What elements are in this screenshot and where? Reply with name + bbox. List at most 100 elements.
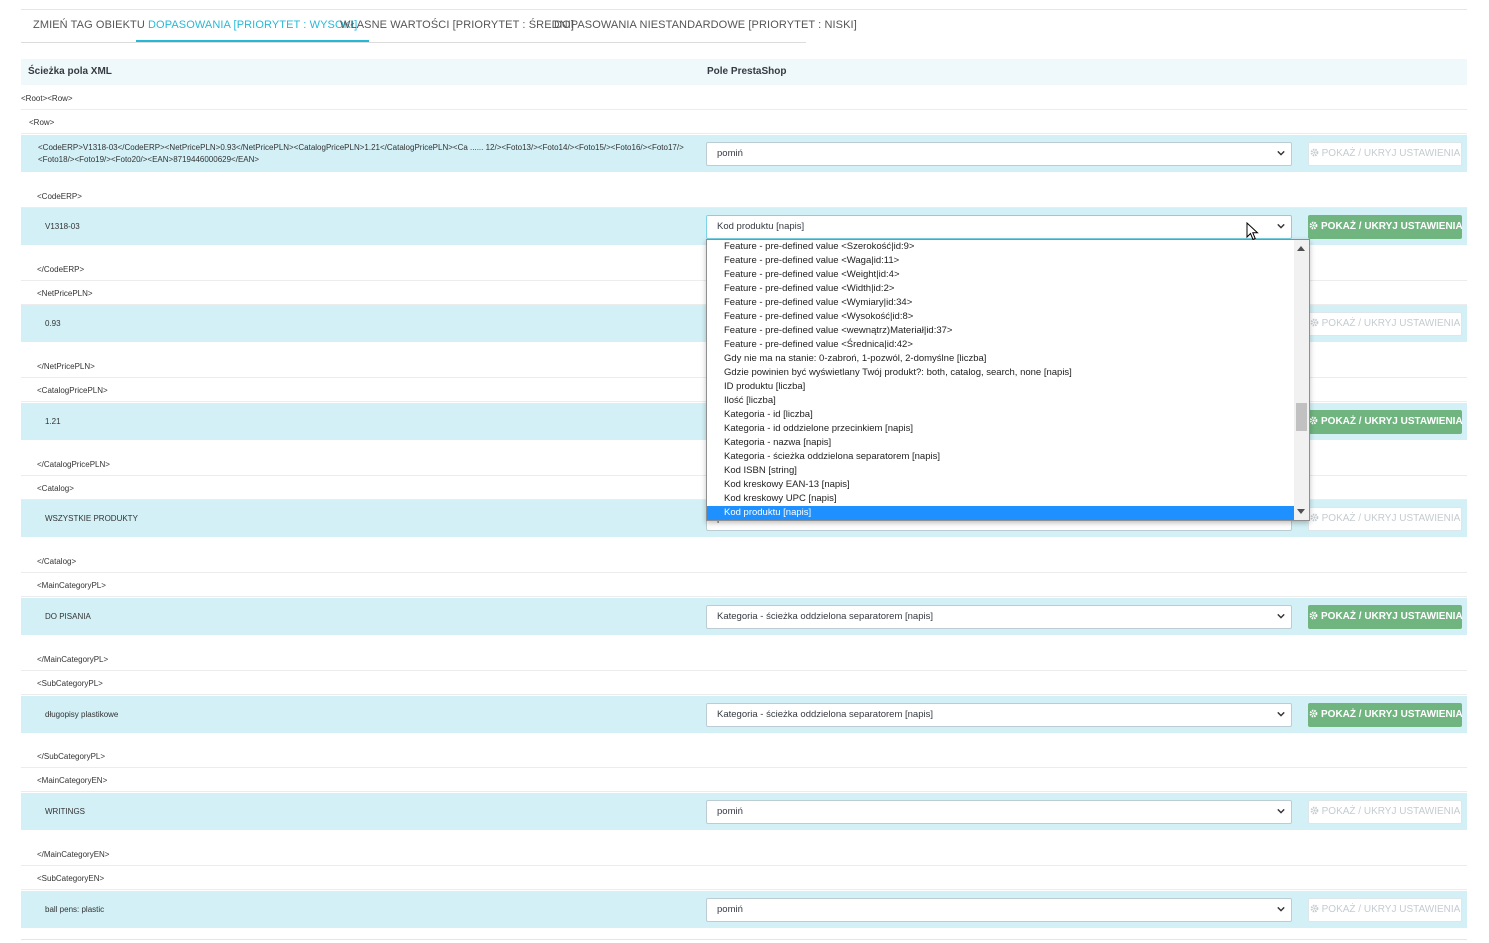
xml-value-label: WSZYSTKIE PRODUKTY [45,514,138,523]
button-label: POKAŻ / UKRYJ USTAWIENIA [1321,416,1463,427]
dropdown-options: Feature - pre-defined value <Szerokość|i… [707,240,1295,520]
select-value: pomiń [717,148,743,159]
dropdown-option[interactable]: Feature - pre-defined value <Szerokość|i… [707,240,1295,254]
presta-field-select[interactable]: pomiń [706,898,1292,922]
dropdown-option[interactable]: Feature - pre-defined value <Średnica|id… [707,338,1295,352]
gear-icon [1309,709,1318,718]
xml-tag-row: </MainCategoryEN> [21,842,1467,866]
button-label: POKAŻ / UKRYJ USTAWIENIA [1321,148,1461,159]
dropdown-option[interactable]: Feature - pre-defined value <Weight|id:4… [707,268,1295,282]
dropdown-option[interactable]: ID produktu [liczba] [707,380,1295,394]
dropdown-option[interactable]: Kod kreskowy EAN-13 [napis] [707,478,1295,492]
gear-icon [1309,611,1318,620]
table-header: Ścieżka pola XML Pole PrestaShop [21,59,1467,85]
dropdown-option[interactable]: Feature - pre-defined value <Waga|id:11> [707,254,1295,268]
dropdown-option[interactable]: Gdy nie ma na stanie: 0-zabroń, 1-pozwól… [707,352,1295,366]
xml-tag-label: </NetPricePLN> [37,362,95,371]
mouse-pointer-icon [1246,222,1259,241]
bottom-divider [21,939,1467,940]
dropdown-option[interactable]: Kategoria - ścieżka oddzielona separator… [707,450,1295,464]
xml-tag-label: <Catalog> [37,484,74,493]
tab-change-tag[interactable]: ZMIEŃ TAG OBIEKTU [33,10,145,41]
toggle-settings-button[interactable]: POKAŻ / UKRYJ USTAWIENIA [1308,898,1462,922]
chevron-down-icon [1277,150,1285,156]
tab-bar: ZMIEŃ TAG OBIEKTU DOPASOWANIA [PRIORYTET… [21,10,857,43]
chevron-down-icon [1277,906,1285,912]
dropdown-option[interactable]: Feature - pre-defined value <Wymiary|id:… [707,296,1295,310]
tab-custom-values-medium[interactable]: WŁASNE WARTOŚCI [PRIORYTET : ŚREDNI] [340,10,574,41]
xml-tag-row: <Row> [21,110,1467,134]
xml-tag-row: </SubCategoryPL> [21,744,1467,768]
xml-tag-row: <Root><Row> [21,86,1467,110]
chevron-down-icon [1277,223,1285,229]
header-presta-field: Pole PrestaShop [707,66,787,77]
toggle-settings-button[interactable]: POKAŻ / UKRYJ USTAWIENIA [1308,703,1463,727]
xml-tag-label: <SubCategoryEN> [37,874,105,883]
dropdown-scrollbar[interactable] [1294,240,1309,520]
toggle-settings-button[interactable]: POKAŻ / UKRYJ USTAWIENIA [1308,605,1463,629]
dropdown-option[interactable]: Kategoria - id [liczba] [707,408,1295,422]
presta-field-select[interactable]: Kategoria - ścieżka oddzielona separator… [706,605,1292,629]
tab-custom-matches-low[interactable]: DOPASOWANIA NIESTANDARDOWE [PRIORYTET : … [554,10,857,41]
presta-field-select[interactable]: Kategoria - ścieżka oddzielona separator… [706,703,1292,727]
select-value: Kod produktu [napis] [717,221,805,232]
dropdown-option[interactable]: Kategoria - id oddzielone przecinkiem [n… [707,422,1295,436]
xml-row-content: <CodeERP>V1318-03</CodeERP><NetPricePLN>… [38,143,684,164]
dropdown-option[interactable]: Feature - pre-defined value <Width|id:2> [707,282,1295,296]
gear-icon [1310,904,1318,913]
mapping-row: ball pens: plastic pomiń POKAŻ / UKRYJ UST… [21,891,1467,928]
presta-field-select[interactable]: pomiń [706,142,1292,166]
dropdown-option[interactable]: Kategoria - nazwa [napis] [707,436,1295,450]
xml-tag-label: <SubCategoryPL> [37,679,103,688]
toggle-settings-button[interactable]: POKAŻ / UKRYJ USTAWIENIA [1308,142,1462,166]
dropdown-option[interactable]: Gdzie powinien być wyświetlany Twój prod… [707,366,1295,380]
xml-tag-row: <CodeERP> [21,184,1467,208]
toggle-settings-button[interactable]: POKAŻ / UKRYJ USTAWIENIA [1308,800,1462,824]
toggle-settings-button[interactable]: POKAŻ / UKRYJ USTAWIENIA [1308,312,1462,336]
dropdown-option[interactable]: Kod kreskowy UPC [napis] [707,492,1295,506]
xml-tag-row: <SubCategoryEN> [21,866,1467,890]
xml-tag-label: <Root><Row> [21,94,73,103]
xml-tag-row: <MainCategoryPL> [21,573,1467,597]
toggle-settings-button[interactable]: POKAŻ / UKRYJ USTAWIENIA [1308,410,1463,434]
button-label: POKAŻ / UKRYJ USTAWIENIA [1321,318,1461,329]
gear-icon [1310,318,1318,327]
select-value: Kategoria - ścieżka oddzielona separator… [717,709,933,720]
chevron-down-icon [1277,613,1285,619]
dropdown-option[interactable]: Ilość [liczba] [707,394,1295,408]
xml-value-label: DO PISANIA [45,612,91,621]
xml-tag-row: </Catalog> [21,549,1467,573]
select-value: pomiń [717,806,743,817]
button-label: POKAŻ / UKRYJ USTAWIENIA [1321,513,1461,524]
xml-value-label: 0.93 [45,319,61,328]
presta-field-select[interactable]: pomiń [706,800,1292,824]
dropdown-option[interactable]: Feature - pre-defined value <Wysokość|id… [707,310,1295,324]
button-label: POKAŻ / UKRYJ USTAWIENIA [1321,709,1463,720]
dropdown-option[interactable]: Kod produktu [napis] [707,506,1295,520]
xml-tag-label: <NetPricePLN> [37,289,93,298]
scrollbar-thumb[interactable] [1296,403,1307,431]
xml-tag-label: </CatalogPricePLN> [37,460,110,469]
xml-tag-row: <MainCategoryEN> [21,768,1467,792]
xml-tag-label: </MainCategoryEN> [37,850,110,859]
mapping-row: długopisy plastikowe Kategoria - ścieżka … [21,696,1467,733]
dropdown-option[interactable]: Kod ISBN [string] [707,464,1295,478]
scroll-up-arrow-icon[interactable] [1297,246,1305,251]
header-xml-path: Ścieżka pola XML [28,66,112,77]
xml-tag-label: </Catalog> [37,557,77,566]
xml-value-label: V1318-03 [45,222,80,231]
presta-field-select[interactable]: Kod produktu [napis] [706,215,1292,239]
scroll-down-arrow-icon[interactable] [1297,509,1305,514]
field-dropdown-list[interactable]: Feature - pre-defined value <Szerokość|i… [706,239,1310,521]
mapping-row: <CodeERP>V1318-03</CodeERP><NetPricePLN>… [21,135,1467,172]
tab-matches-high[interactable]: DOPASOWANIA [PRIORYTET : WYSOKI] [136,10,370,42]
toggle-settings-button[interactable]: POKAŻ / UKRYJ USTAWIENIA [1308,507,1462,531]
xml-tag-label: <CatalogPricePLN> [37,386,108,395]
xml-tag-row: <SubCategoryPL> [21,671,1467,695]
xml-value-label: długopisy plastikowe [45,710,119,719]
toggle-settings-button[interactable]: POKAŻ / UKRYJ USTAWIENIA [1308,215,1463,239]
button-label: POKAŻ / UKRYJ USTAWIENIA [1321,221,1463,232]
gear-icon [1310,513,1318,522]
dropdown-option[interactable]: Feature - pre-defined value <wewnątrz)Ma… [707,324,1295,338]
xml-tag-label: </MainCategoryPL> [37,655,109,664]
